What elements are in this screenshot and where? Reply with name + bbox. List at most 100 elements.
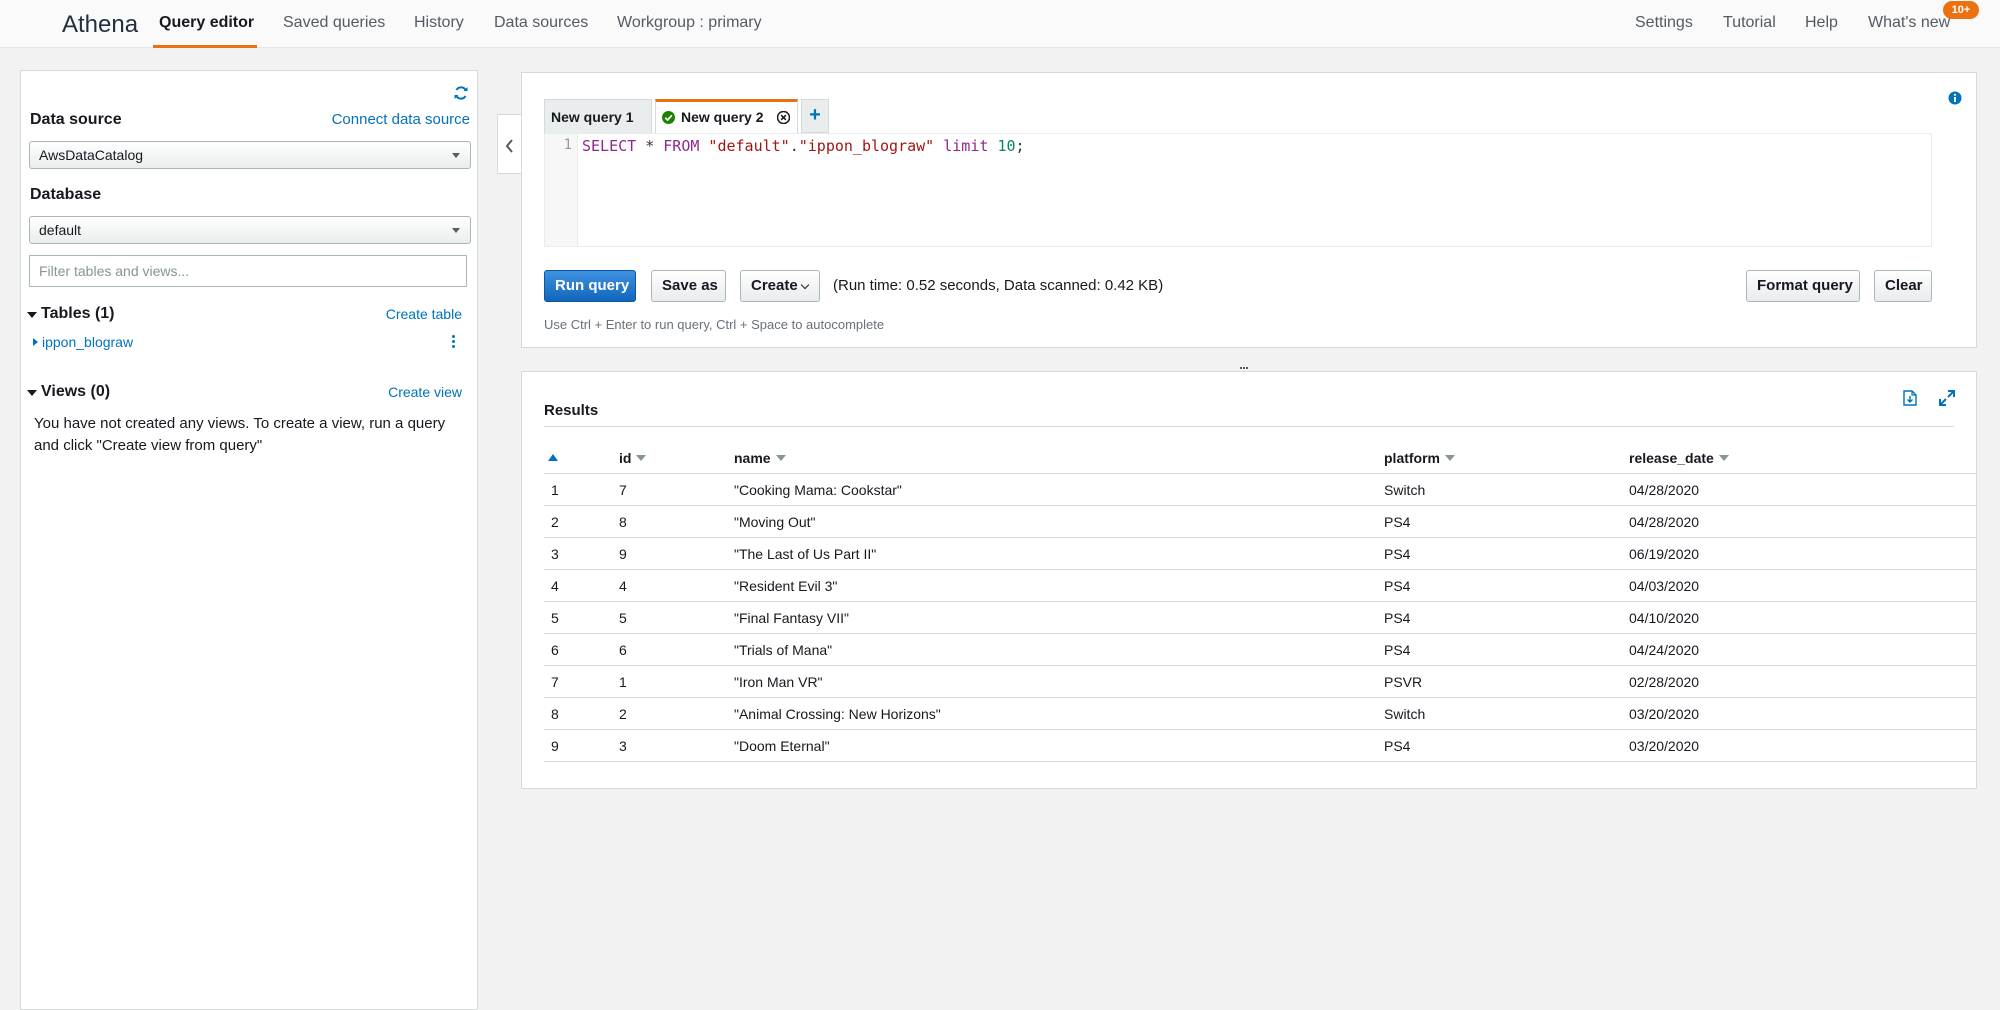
table-row: 2 8 "Moving Out" PS4 04/28/2020 <box>544 506 1976 538</box>
row-number: 6 <box>551 642 559 658</box>
views-header[interactable]: Views (0) <box>41 383 110 401</box>
cell-id: 2 <box>619 706 627 722</box>
cell-platform: PS4 <box>1384 642 1411 658</box>
column-label: name <box>734 450 771 466</box>
cell-platform: PS4 <box>1384 546 1411 562</box>
info-icon[interactable] <box>1948 91 1962 105</box>
sort-caret-icon <box>775 455 786 461</box>
nav-settings[interactable]: Settings <box>1635 14 1693 32</box>
views-empty-message: You have not created any views. To creat… <box>34 415 446 454</box>
refresh-icon[interactable] <box>453 85 469 101</box>
cell-id: 5 <box>619 610 627 626</box>
tab-label: New query 2 <box>681 109 764 125</box>
cell-id: 6 <box>619 642 627 658</box>
cell-platform: Switch <box>1384 482 1426 498</box>
column-header-id[interactable]: id <box>619 450 647 466</box>
table-row: 7 1 "Iron Man VR" PSVR 02/28/2020 <box>544 666 1976 698</box>
create-table-link[interactable]: Create table <box>386 306 462 322</box>
resize-handle[interactable] <box>1240 356 1250 369</box>
cell-release-date: 04/10/2020 <box>1629 610 1700 626</box>
nav-help[interactable]: Help <box>1805 14 1838 32</box>
tab-label: New query 1 <box>551 109 634 125</box>
expand-table-icon[interactable] <box>33 338 38 346</box>
cell-platform: PS4 <box>1384 610 1411 626</box>
table-item-ippon-blograw[interactable]: ippon_blograw <box>42 334 133 350</box>
connect-data-source-link[interactable]: Connect data source <box>332 111 470 128</box>
sql-code-line[interactable]: SELECT * FROM "default"."ippon_blograw" … <box>582 137 1025 155</box>
table-row: 1 7 "Cooking Mama: Cookstar" Switch 04/2… <box>544 474 1976 506</box>
kebab-menu-icon[interactable] <box>452 335 456 351</box>
nav-query-editor[interactable]: Query editor <box>159 14 254 32</box>
nav-saved-queries[interactable]: Saved queries <box>283 14 385 32</box>
collapse-sidebar-button[interactable] <box>497 114 521 174</box>
column-header-release-date[interactable]: release_date <box>1629 450 1729 466</box>
download-icon[interactable] <box>1903 390 1917 406</box>
chevron-down-icon <box>452 153 460 158</box>
results-title: Results <box>544 402 599 419</box>
nav-whats-new[interactable]: What's new <box>1868 14 1950 32</box>
filter-tables-input[interactable] <box>29 255 467 287</box>
sql-keyword: limit <box>934 137 998 155</box>
tab-new-query-2[interactable]: New query 2 <box>655 99 798 133</box>
cell-release-date: 04/24/2020 <box>1629 642 1700 658</box>
sort-ascending-icon[interactable] <box>548 454 558 461</box>
database-select[interactable]: default <box>29 216 471 244</box>
query-editor-panel: New query 1 New query 2 + 1 SELECT * FRO… <box>521 72 1977 348</box>
collapse-tables-icon[interactable] <box>27 312 37 318</box>
collapse-views-icon[interactable] <box>27 390 37 396</box>
column-header-name[interactable]: name <box>734 450 786 466</box>
nav-data-sources[interactable]: Data sources <box>494 14 588 32</box>
cell-name: "Trials of Mana" <box>734 642 833 658</box>
column-label: id <box>619 450 632 466</box>
close-tab-icon[interactable] <box>777 111 791 124</box>
nav-tutorial[interactable]: Tutorial <box>1723 14 1776 32</box>
brand-logo[interactable]: Athena <box>62 11 138 39</box>
row-number: 5 <box>551 610 559 626</box>
sql-semicolon: ; <box>1015 137 1025 155</box>
clear-button[interactable]: Clear <box>1874 270 1932 302</box>
chevron-left-icon <box>505 139 513 153</box>
table-row: 9 3 "Doom Eternal" PS4 03/20/2020 <box>544 730 1976 762</box>
table-row: 4 4 "Resident Evil 3" PS4 04/03/2020 <box>544 570 1976 602</box>
check-circle-icon <box>662 111 675 124</box>
table-row: 5 5 "Final Fantasy VII" PS4 04/10/2020 <box>544 602 1976 634</box>
sql-editor[interactable]: 1 SELECT * FROM "default"."ippon_blograw… <box>544 133 1932 247</box>
create-dropdown-button[interactable]: Create <box>740 270 820 302</box>
format-query-button[interactable]: Format query <box>1746 270 1860 302</box>
cell-id: 1 <box>619 674 627 690</box>
line-number-gutter: 1 <box>545 134 578 246</box>
data-source-label: Data source <box>30 111 122 128</box>
cell-release-date: 04/28/2020 <box>1629 482 1700 498</box>
run-query-button[interactable]: Run query <box>544 270 636 302</box>
cell-release-date: 04/28/2020 <box>1629 514 1700 530</box>
nav-history[interactable]: History <box>414 14 464 32</box>
chevron-down-icon <box>452 228 460 233</box>
column-header-platform[interactable]: platform <box>1384 450 1455 466</box>
create-view-link[interactable]: Create view <box>388 384 462 400</box>
cell-id: 3 <box>619 738 627 754</box>
save-as-button[interactable]: Save as <box>651 270 726 302</box>
cell-name: "Final Fantasy VII" <box>734 610 849 626</box>
expand-icon[interactable] <box>1939 390 1955 406</box>
sort-caret-icon <box>1445 455 1455 461</box>
sort-caret-icon <box>1718 455 1729 461</box>
cell-name: "Moving Out" <box>734 514 816 530</box>
cell-name: "Doom Eternal" <box>734 738 830 754</box>
cell-name: "Resident Evil 3" <box>734 578 838 594</box>
tab-new-query-1[interactable]: New query 1 <box>544 99 652 133</box>
tables-header[interactable]: Tables (1) <box>41 305 115 323</box>
cell-release-date: 03/20/2020 <box>1629 738 1700 754</box>
add-tab-button[interactable]: + <box>801 99 829 133</box>
cell-release-date: 04/03/2020 <box>1629 578 1700 594</box>
column-label: release_date <box>1629 450 1714 466</box>
data-source-select[interactable]: AwsDataCatalog <box>29 141 471 169</box>
cell-release-date: 03/20/2020 <box>1629 706 1700 722</box>
cell-platform: PS4 <box>1384 738 1411 754</box>
run-info: (Run time: 0.52 seconds, Data scanned: 0… <box>833 277 1164 294</box>
row-number: 3 <box>551 546 559 562</box>
nav-workgroup[interactable]: Workgroup : primary <box>617 14 762 32</box>
sql-star: * <box>636 137 664 155</box>
table-row: 3 9 "The Last of Us Part II" PS4 06/19/2… <box>544 538 1976 570</box>
row-number: 1 <box>551 482 559 498</box>
table-row: 8 2 "Animal Crossing: New Horizons" Swit… <box>544 698 1976 730</box>
